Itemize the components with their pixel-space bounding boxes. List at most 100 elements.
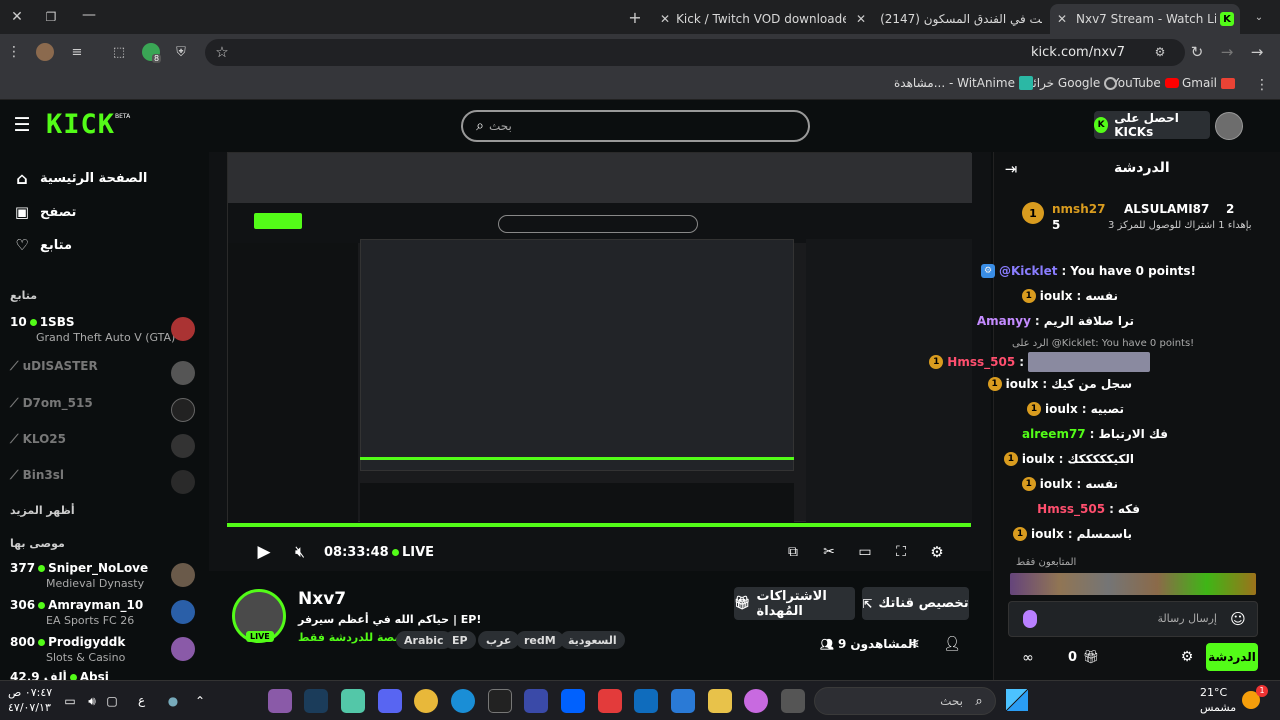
outlook-icon[interactable] — [634, 689, 658, 713]
store-icon[interactable] — [671, 689, 695, 713]
chat-username[interactable]: Hmss_505 — [947, 355, 1015, 369]
shield-icon[interactable]: ⛨ — [172, 43, 190, 61]
file-explorer-icon[interactable] — [708, 689, 732, 713]
minimize-window-icon[interactable]: — — [80, 6, 98, 24]
epic-games-icon[interactable] — [488, 689, 512, 713]
get-kicks-button[interactable]: K احصل على KICKs — [1094, 111, 1210, 139]
send-chat-button[interactable]: الدردشة — [1206, 643, 1258, 671]
steam-icon[interactable] — [304, 689, 328, 713]
close-icon[interactable]: ✕ — [660, 12, 670, 26]
task-view-icon[interactable] — [781, 689, 805, 713]
clip-icon[interactable]: ✂ — [819, 543, 839, 561]
language-indicator[interactable]: ع — [138, 693, 145, 707]
restore-window-icon[interactable]: ❐ — [42, 8, 60, 26]
chat-username[interactable]: @Kicklet — [999, 264, 1058, 278]
chat-username[interactable]: ioulx — [1022, 452, 1055, 466]
show-more-link[interactable]: أظهر المزيد — [10, 504, 75, 517]
tab-kick-stream[interactable]: ✕ Nxv7 Stream - Watch Live on Ki K — [1050, 4, 1240, 34]
chat-settings-icon[interactable]: ⚙ — [1178, 648, 1196, 666]
collapse-chat-icon[interactable]: ⇥ — [1002, 160, 1020, 178]
chevron-up-icon[interactable]: ⌃ — [192, 693, 208, 709]
volume-icon[interactable]: 🔊︎ — [84, 693, 100, 709]
menu-dots-icon[interactable]: ⋮ — [6, 43, 22, 61]
gifter-name[interactable]: ALSULAMI87 — [1124, 202, 1209, 216]
sidebar-item-home[interactable]: ⌂ الصفحة الرئيسية — [14, 169, 147, 188]
chrome-icon[interactable] — [414, 689, 438, 713]
mute-icon[interactable]: 🔇︎ — [289, 542, 311, 562]
extensions-icon[interactable]: ⬚ — [110, 43, 128, 61]
pip-icon[interactable]: ⧉ — [783, 543, 803, 561]
chat-username[interactable]: alreem77 — [1022, 427, 1086, 441]
channel-bin3sl[interactable]: ⟋ Bin3sl — [10, 468, 195, 500]
chat-username[interactable]: ioulx — [1040, 289, 1073, 303]
bookmark-google-maps[interactable]: خرائط Google — [1022, 76, 1118, 90]
chat-username[interactable]: Amanyy — [977, 314, 1031, 328]
dropbox-icon[interactable] — [561, 689, 585, 713]
custom-channel-button[interactable]: ⇱ تخصيص قناتك — [862, 587, 969, 620]
channel-1sbs[interactable]: 10 1SBS Grand Theft Auto V (GTA) — [10, 315, 195, 347]
bookmark-youtube[interactable]: YouTube — [1112, 76, 1179, 90]
tab-youtube-video[interactable]: ✕ (2147) نمت في الفندق المسكون — [852, 4, 1042, 34]
tag-saudi[interactable]: السعودية — [560, 631, 625, 649]
bookmark-menu-icon[interactable]: ⋮ — [1254, 76, 1270, 94]
gift-subs-button[interactable]: 🎁︎ الاشتراكات المُهداة — [734, 587, 855, 620]
pinned-user[interactable]: nmsh27 — [1052, 202, 1105, 216]
channel-udisaster[interactable]: ⟋ uDISASTER — [10, 359, 195, 391]
address-bar[interactable]: ☆ kick.com/nxv7 ⚙ — [205, 39, 1185, 66]
hamburger-menu-icon[interactable]: ☰ — [12, 114, 32, 136]
theater-icon[interactable]: ▭ — [855, 543, 875, 561]
app-icon-8[interactable] — [524, 689, 548, 713]
clock[interactable]: ٠٧:٤٧ ص ٤٧/٠٧/١٣ — [8, 685, 52, 715]
close-window-icon[interactable]: ✕ — [8, 8, 26, 26]
channel-absi[interactable]: 42.9 ألف Absi — [10, 670, 195, 680]
tab-search-icon[interactable]: ⌄ — [1250, 8, 1268, 26]
weather-widget[interactable]: 21°C مشمس — [1200, 685, 1236, 715]
app-icon-3[interactable] — [341, 689, 365, 713]
edge-icon[interactable] — [451, 689, 475, 713]
start-button[interactable] — [1006, 689, 1028, 711]
new-tab-icon[interactable]: + — [626, 8, 644, 27]
kick-logo[interactable]: KICK — [46, 109, 115, 140]
chat-username[interactable]: Hmss_505 — [1037, 502, 1105, 516]
user-avatar[interactable] — [1215, 112, 1243, 140]
bookmark-star-icon[interactable]: ☆ — [213, 43, 231, 61]
chat-username[interactable]: ioulx — [1031, 527, 1064, 541]
taskbar-search[interactable]: بحث ⌕ — [814, 687, 996, 715]
chat-username[interactable]: ioulx — [1040, 477, 1073, 491]
gift-chat-icon[interactable]: 🎁︎ — [1082, 648, 1100, 666]
tab-vod-downloader[interactable]: ✕ Kick / Twitch VOD downloader D — [656, 4, 846, 34]
emoji-icon[interactable]: ☺ — [1229, 610, 1247, 628]
channel-sniper-nolove[interactable]: 377 Sniper_NoLove Medieval Dynasty — [10, 561, 195, 593]
app-icon-10[interactable] — [598, 689, 622, 713]
close-icon[interactable]: ✕ — [1054, 12, 1070, 26]
profile-avatar-icon[interactable] — [36, 43, 54, 61]
follow-user-icon[interactable]: 👤︎ — [942, 635, 962, 653]
site-settings-icon[interactable]: ⚙ — [1151, 43, 1169, 61]
fullscreen-icon[interactable]: ⛶ — [891, 543, 911, 561]
channel-d7om[interactable]: ⟋ D7om_515 — [10, 396, 195, 428]
channel-prodigyddk[interactable]: 800 Prodigyddk Slots & Casino — [10, 635, 195, 667]
app-icon-1[interactable] — [268, 689, 292, 713]
sidebar-item-browse[interactable]: ▣ تصفح — [14, 203, 77, 221]
progress-bar[interactable] — [227, 523, 971, 527]
tag-redm[interactable]: redM — [516, 631, 564, 649]
streamer-name[interactable]: Nxv7 — [298, 589, 346, 609]
sidebar-item-following[interactable]: ♡ متابع — [14, 236, 72, 254]
points-icon[interactable]: ∞ — [1014, 649, 1042, 667]
settings-gear-icon[interactable]: ⚙ — [927, 543, 947, 561]
video-player[interactable]: ▶ 🔇︎ 08:33:48 LIVE ⧉ ✂ ▭ ⛶ ⚙ — [209, 152, 991, 571]
reload-icon[interactable]: ↻ — [1188, 43, 1206, 61]
forward-icon[interactable]: → — [1218, 43, 1236, 61]
back-icon[interactable]: → — [1248, 43, 1266, 61]
tag-arab[interactable]: عرب — [478, 631, 520, 649]
notifications-icon[interactable]: ▭ — [62, 693, 78, 709]
chat-input[interactable]: إرسال رسالة ☺ — [1008, 601, 1258, 637]
close-icon[interactable]: ✕ — [856, 12, 866, 26]
microphone-icon[interactable] — [1023, 610, 1037, 628]
chat-username[interactable]: ioulx — [1006, 377, 1039, 391]
tag-arabic[interactable]: Arabic — [396, 631, 452, 649]
mic-tray-icon[interactable]: ● — [166, 693, 180, 709]
discord-icon[interactable] — [378, 689, 402, 713]
bookmark-witanime[interactable]: مشاهدة... - WitAnime — [894, 76, 1033, 90]
play-icon[interactable]: ▶ — [255, 542, 273, 562]
